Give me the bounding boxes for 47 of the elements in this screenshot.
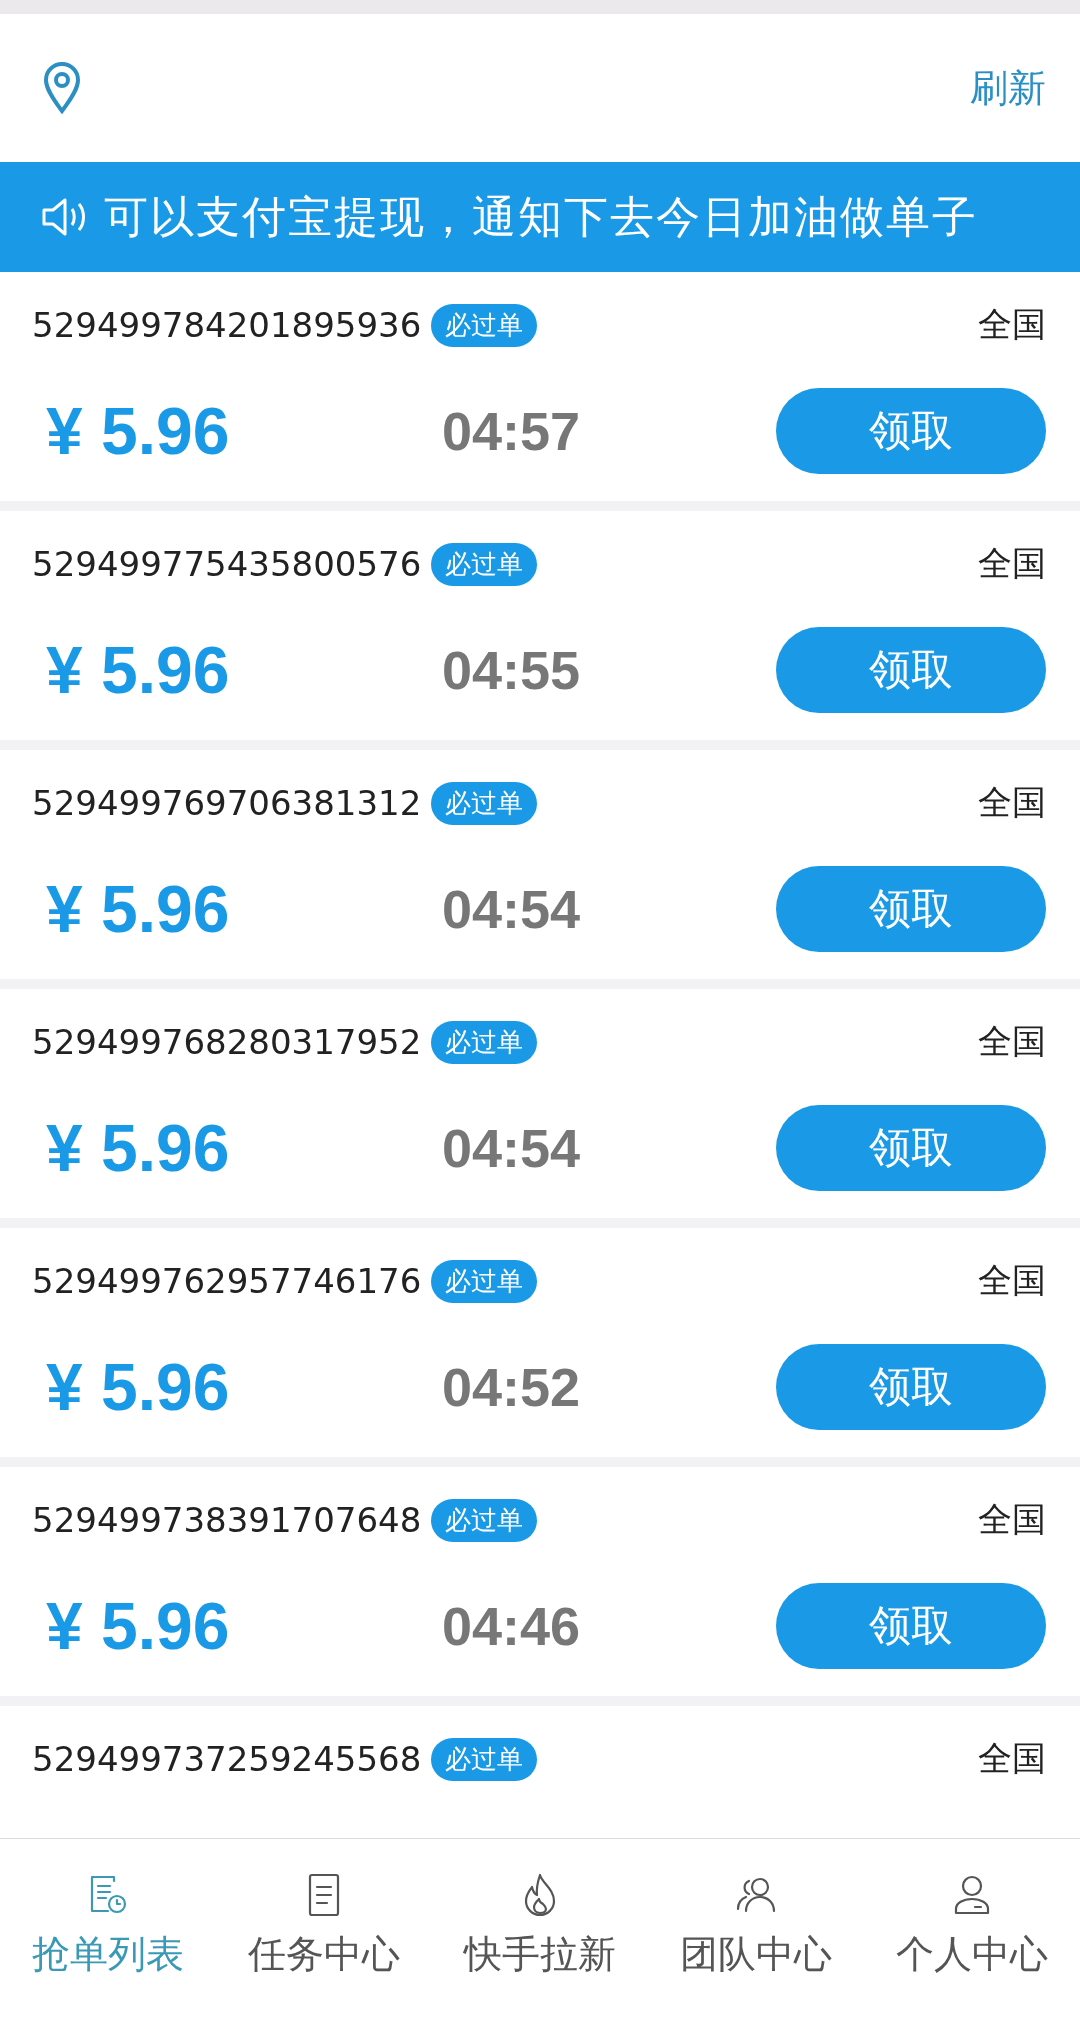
order-number: 529499768280317952 [32,1022,422,1062]
nav-tab[interactable]: 个人中心 [896,1871,1048,1980]
region-label: 全国 [978,781,1046,824]
guaranteed-tag: 必过单 [431,542,538,586]
nav-tab[interactable]: 抢单列表 [32,1871,184,1980]
claim-button[interactable]: 领取 [776,1105,1046,1191]
guaranteed-tag: 必过单 [431,1020,538,1064]
order-number: 529499762957746176 [32,1261,422,1301]
order-price: ¥ 5.96 [45,1110,231,1186]
guaranteed-tag: 必过单 [431,1498,538,1542]
order-number: 529499775435800576 [32,544,422,584]
claim-button[interactable]: 领取 [776,1583,1046,1669]
refresh-link[interactable]: 刷新 [970,62,1046,114]
countdown-time: 04:52 [442,1356,581,1418]
region-label: 全国 [978,303,1046,346]
order-number: 529499738391707648 [32,1500,422,1540]
guaranteed-tag: 必过单 [431,1737,538,1781]
region-label: 全国 [978,1498,1046,1541]
region-label: 全国 [978,1259,1046,1302]
region-label: 全国 [978,542,1046,585]
order-price: ¥ 5.96 [45,393,231,469]
nav-tab[interactable]: 团队中心 [680,1871,832,1980]
order-number: 529499784201895936 [32,305,422,345]
countdown-time: 04:55 [442,639,581,701]
region-label: 全国 [978,1020,1046,1063]
order-price: ¥ 5.96 [45,632,231,708]
region-label: 全国 [978,1737,1046,1780]
guaranteed-tag: 必过单 [431,1259,538,1303]
countdown-time: 04:46 [442,1595,581,1657]
nav-tab[interactable]: 任务中心 [248,1871,400,1980]
claim-button[interactable]: 领取 [776,866,1046,952]
countdown-time: 04:54 [442,1117,581,1179]
order-price: ¥ 5.96 [45,1588,231,1664]
claim-button[interactable]: 领取 [776,388,1046,474]
nav-tab[interactable]: 快手拉新 [464,1871,616,1980]
claim-button[interactable]: 领取 [776,1344,1046,1430]
notice-text: 可以支付宝提现，通知下去今日加油做单子 [104,189,978,244]
order-number: 529499737259245568 [32,1739,422,1779]
countdown-time: 04:57 [442,400,581,462]
location-pin-icon[interactable] [42,61,82,115]
order-price: ¥ 5.96 [45,1349,231,1425]
claim-button[interactable]: 领取 [776,627,1046,713]
guaranteed-tag: 必过单 [431,303,538,347]
countdown-time: 04:54 [442,878,581,940]
guaranteed-tag: 必过单 [431,781,538,825]
order-price: ¥ 5.96 [45,871,231,947]
order-number: 529499769706381312 [32,783,422,823]
